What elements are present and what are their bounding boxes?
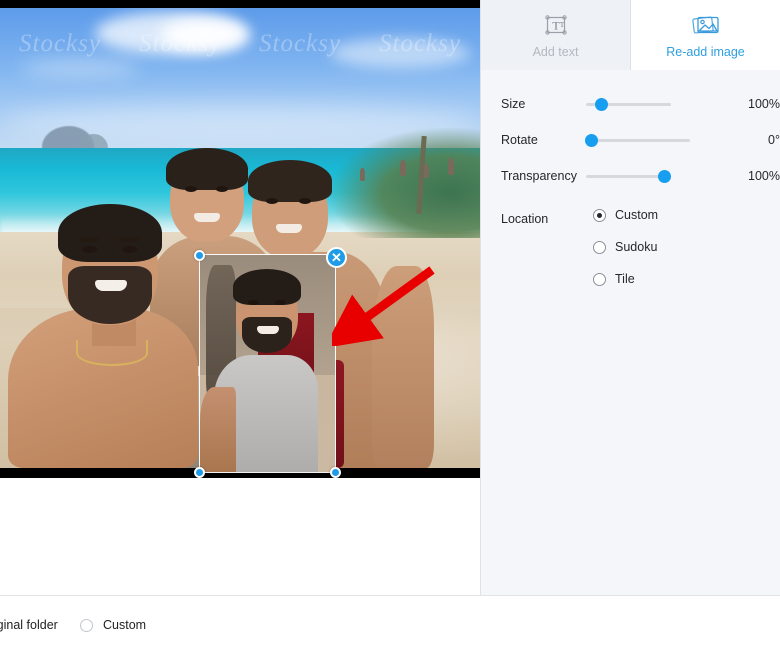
radio-custom-path-indicator[interactable] [80,618,93,632]
app-root: Stocksy Stocksy Stocksy Stocksy ✕ T T Ad… [0,0,780,657]
overlay-arm [200,387,236,472]
bottom-toolbar: Original folder Custom Convert [0,595,780,657]
radio-custom-indicator[interactable] [593,208,606,222]
location-row: Location Custom Sudoku Tile [481,208,780,286]
radio-sudoku-indicator[interactable] [593,240,606,254]
radio-option-sudoku[interactable]: Sudoku [593,240,658,254]
person-eye [299,198,311,204]
rotate-value: 0° [768,133,780,147]
transparency-slider[interactable] [585,166,676,186]
person-hair [166,148,248,190]
output-folder-label: Original folder [0,618,58,632]
person-eye [82,246,97,253]
rotate-row: Rotate 0° [481,122,780,158]
transparency-slider-knob[interactable] [657,170,671,183]
rotate-slider[interactable] [584,130,695,150]
rotate-label: Rotate [501,133,538,147]
distant-person [424,164,429,178]
cloud-shape [20,60,140,76]
person-eye [216,186,228,192]
svg-text:T: T [559,21,564,29]
radio-sudoku-label: Sudoku [615,240,658,254]
person-eye [266,198,278,204]
rotate-slider-knob[interactable] [584,134,598,147]
tab-re-add-image[interactable]: Re-add image [630,0,780,70]
person-hair [248,160,332,202]
radio-custom-path-label: Custom [103,618,147,632]
add-text-icon: T T [543,11,569,41]
radio-custom-label: Custom [615,208,659,222]
location-label: Location [501,212,549,226]
tab-add-text[interactable]: T T Add text [481,0,630,70]
distant-person [360,168,365,181]
radio-tile-indicator[interactable] [593,272,606,286]
person-eyebrow [119,237,139,242]
size-slider[interactable] [585,94,676,114]
person-beard [68,266,152,324]
image-icon [691,11,721,41]
person-arm [372,266,434,468]
transparency-row: Transparency 100% [481,158,780,194]
transparency-value: 100% [748,169,780,183]
close-icon[interactable]: ✕ [326,247,347,268]
resize-handle-bottom-left[interactable] [194,467,205,478]
person-eye [122,246,137,253]
rotate-slider-track[interactable] [584,139,690,142]
cloud-shape [160,18,250,52]
vegetation-region [330,128,480,238]
image-canvas[interactable]: Stocksy Stocksy Stocksy Stocksy ✕ [0,0,480,478]
distant-person [400,160,406,176]
radio-tile-label: Tile [615,272,635,286]
person-hair [58,204,162,262]
person-mouth [276,224,302,233]
size-row: Size 100% [481,86,780,122]
resize-handle-top-left[interactable] [194,250,205,261]
overlay-beard [242,317,292,353]
size-slider-knob[interactable] [594,98,608,111]
radio-option-tile[interactable]: Tile [593,272,658,286]
panel-tabs: T T Add text Re-add image [481,0,780,70]
overlay-eye [248,300,259,305]
settings-list: Size 100% Rotate 0° Transparency 100% Lo… [481,70,780,286]
tab-add-text-label: Add text [532,45,579,59]
radio-option-custom[interactable]: Custom [593,208,658,222]
radio-option-custom-path[interactable]: Custom [80,618,146,632]
resize-handle-bottom-right[interactable] [330,467,341,478]
person-eye [185,186,197,192]
person-mouth [194,213,220,222]
editor-panel: T T Add text Re-add image Size 100% Rota… [480,0,780,595]
location-options: Custom Sudoku Tile [593,208,658,286]
distant-person [448,158,454,175]
person-eyebrow [79,237,99,242]
overlay-mouth [257,326,279,334]
cloud-shape [330,38,470,68]
overlay-image[interactable] [199,254,336,473]
tab-re-add-image-label: Re-add image [666,45,745,59]
overlay-hair [233,269,301,305]
size-value: 100% [748,97,780,111]
preview-area: Stocksy Stocksy Stocksy Stocksy ✕ [0,0,480,595]
person-mouth [95,280,127,291]
necklace [76,340,148,366]
overlay-eye [275,300,286,305]
transparency-label: Transparency [501,169,577,183]
size-label: Size [501,97,526,111]
